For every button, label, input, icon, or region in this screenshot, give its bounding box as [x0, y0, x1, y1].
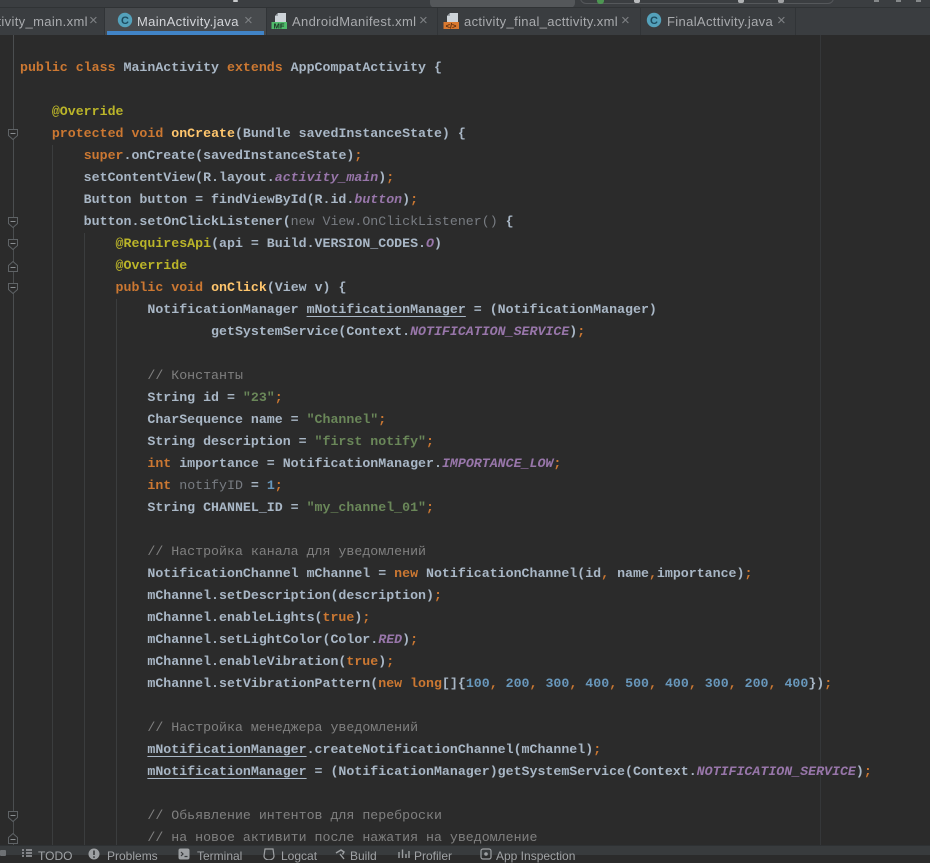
svg-text:C: C: [121, 15, 129, 27]
svg-text:C: C: [650, 15, 658, 27]
svg-text:</>: </>: [446, 22, 457, 30]
svg-text:MF: MF: [274, 22, 285, 30]
